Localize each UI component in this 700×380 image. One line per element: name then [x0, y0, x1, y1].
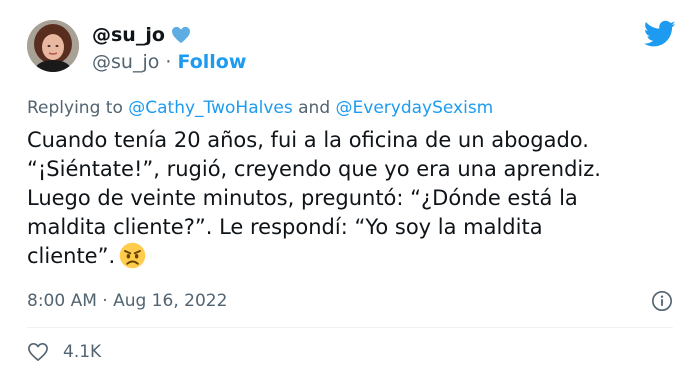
tweet-line: Luego de veinte minutos, preguntó: “¿Dón…	[27, 186, 578, 210]
author-name[interactable]: @su_jo	[92, 22, 165, 48]
tweet-timestamp[interactable]: 8:00 AM · Aug 16, 2022	[27, 290, 227, 312]
replying-to: Replying to @Cathy_TwoHalves and @Everyd…	[27, 97, 493, 119]
replying-joiner: and	[292, 98, 336, 118]
avatar[interactable]	[27, 20, 79, 72]
author-name-row: @su_jo	[92, 22, 246, 48]
like-button[interactable]: 4.1K	[27, 342, 101, 362]
avatar-image	[27, 20, 79, 72]
mention-link-1[interactable]: @Cathy_TwoHalves	[128, 98, 292, 118]
tweet-line: “¡Siéntate!”, rugió, creyendo que yo era…	[27, 157, 601, 181]
info-icon[interactable]	[651, 290, 673, 312]
replying-prefix: Replying to	[27, 98, 129, 118]
author-block: @su_jo @su_jo · Follow	[92, 22, 246, 75]
tweet-text: Cuando tenía 20 años, fui a la oficina d…	[27, 126, 677, 271]
follow-button[interactable]: Follow	[177, 51, 246, 73]
handle-row: @su_jo · Follow	[92, 49, 246, 75]
author-handle[interactable]: @su_jo	[92, 51, 159, 73]
tweet-line: Cuando tenía 20 años, fui a la oficina d…	[27, 128, 589, 152]
tweet-line-last: cliente”.	[27, 242, 677, 271]
mention-link-2[interactable]: @EverydaySexism	[336, 98, 494, 118]
blue-heart-icon	[171, 26, 190, 44]
like-count: 4.1K	[63, 342, 102, 362]
tweet-card: @su_jo @su_jo · Follow Replying to @Cath…	[0, 0, 700, 380]
angry-face-emoji	[119, 242, 146, 269]
heart-outline-icon	[28, 343, 48, 361]
tweet-line: cliente”.	[27, 244, 116, 268]
twitter-bird-icon[interactable]	[644, 20, 676, 48]
handle-separator: ·	[159, 51, 178, 73]
tweet-line: maldita cliente?”. Le respondí: “Yo soy …	[27, 215, 543, 239]
divider	[27, 327, 673, 328]
